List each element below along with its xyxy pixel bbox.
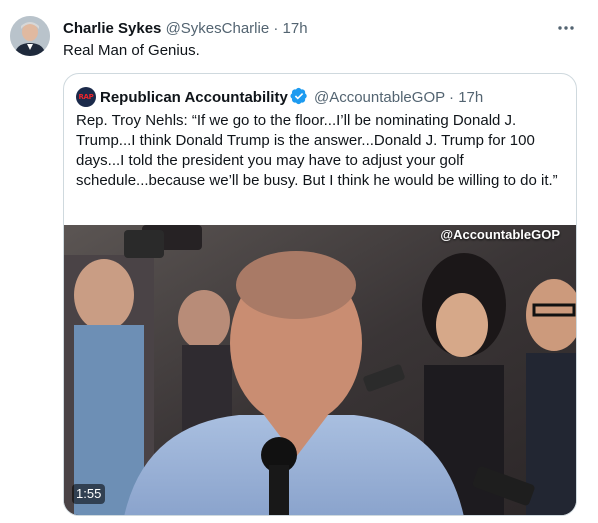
more-horizontal-icon[interactable] [556,18,580,40]
quoted-avatar-logo-text: RAP [78,93,94,101]
tweet-timestamp[interactable]: 17h [283,20,308,37]
author-avatar[interactable] [10,16,50,56]
quoted-separator-dot: · [449,89,455,106]
video-thumbnail [64,225,576,515]
quoted-author-name[interactable]: Republican Accountability [100,89,288,106]
quoted-tweet-text: Rep. Troy Nehls: “If we go to the floor.… [76,112,558,189]
quoted-author-avatar[interactable]: RAP [76,87,96,107]
quoted-author-handle[interactable]: @AccountableGOP [314,89,445,106]
separator-dot: · [273,20,279,37]
video-duration-badge: 1:55 [72,484,106,504]
verified-badge-icon [290,87,307,105]
tweet[interactable]: Charlie Sykes @SykesCharlie · 17h Real M… [0,0,598,523]
tweet-text: Real Man of Genius. [63,42,200,59]
author-handle[interactable]: @SykesCharlie [166,20,270,37]
video-watermark: @AccountableGOP [440,227,560,242]
quoted-tweet-header: Republican Accountability @AccountableGO… [100,87,483,107]
quote-tweet-card[interactable]: RAP Republican Accountability @Accountab… [63,73,577,516]
video-player[interactable]: @AccountableGOP 1:55 [64,225,576,515]
author-name[interactable]: Charlie Sykes [63,20,161,37]
quoted-tweet-timestamp[interactable]: 17h [458,89,483,106]
tweet-header: Charlie Sykes @SykesCharlie · 17h [63,19,583,41]
